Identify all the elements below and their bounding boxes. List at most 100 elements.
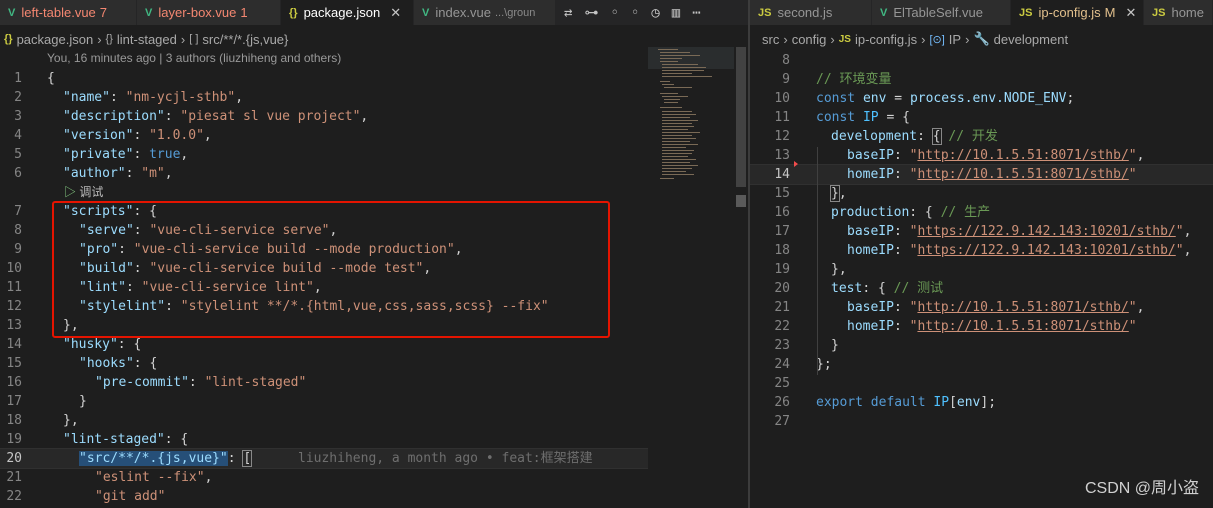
compare-changes-icon[interactable]: ⇄ [564,5,572,21]
inline-blame: liuzhiheng, a month ago • feat:框架搭建 [298,451,593,466]
tab-label: ElTableSelf.vue [893,5,983,20]
line-number: 16 [774,205,790,220]
line-number: 18 [6,413,22,428]
line-number: 11 [6,280,22,295]
code-line: test: { // 测试 [831,281,944,296]
tab-ip-config-js[interactable]: JS ip-config.js M ✕ [1011,0,1144,25]
code-line: }, [63,413,79,428]
line-number: 10 [774,91,790,106]
next-change-icon[interactable]: ◦ [631,5,639,21]
code-line: "description": "piesat sl vue project", [63,109,369,124]
line-number: 9 [14,242,22,257]
line-number: 21 [774,300,790,315]
code-line: export default IP[env]; [816,395,997,410]
tab-index-vue[interactable]: V index.vue ...\groun [414,0,556,25]
breadcrumb-item[interactable]: IP [949,32,961,47]
minimap-preview [648,47,734,179]
code-line: }; [816,357,832,372]
line-number: 23 [774,338,790,353]
breadcrumb-item[interactable]: development [994,32,1068,47]
json-file-icon: {} [4,33,13,45]
highlight-box [52,201,610,338]
variable-icon: [⊙] [929,33,945,46]
split-editor-icon[interactable]: ▥ [672,5,680,21]
line-number: 19 [774,262,790,277]
code-line: homeIP: "http://10.1.5.51:8071/sthb/" [847,167,1137,182]
js-file-icon: JS [1019,6,1033,19]
breadcrumb-item[interactable]: src/**/*.{js,vue} [202,32,288,47]
line-number: 19 [6,432,22,447]
more-actions-icon[interactable]: ⋯ [692,5,700,21]
debug-codelens[interactable]: ▷ 调试 [64,183,103,202]
code-line: homeIP: "http://10.1.5.51:8071/sthb/" [847,319,1137,334]
line-number: 13 [6,318,22,333]
code-line: "pre-commit": "lint-staged" [95,375,307,390]
chevron-right-icon: › [965,31,970,47]
line-number: 27 [774,414,790,429]
error-marker [794,161,798,167]
code-line: "hooks": { [79,356,158,371]
line-number: 14 [774,167,790,182]
scrollbar-thumb[interactable] [736,47,746,187]
js-file-icon: JS [758,6,772,19]
tab-layer-box-vue[interactable]: V layer-box.vue 1 [137,0,281,25]
line-number: 22 [774,319,790,334]
line-number: 12 [6,299,22,314]
line-number: 26 [774,395,790,410]
code-line: "src/**/*.{js,vue}": [ [79,450,253,467]
js-file-icon: JS [838,33,851,45]
breadcrumb-item[interactable]: config [792,32,827,47]
previous-change-icon[interactable]: ◦ [610,5,618,21]
tab-eltableself-vue[interactable]: V ElTableSelf.vue [872,0,1011,25]
breadcrumb-item[interactable]: lint-staged [117,32,177,47]
editor-package-json[interactable]: You, 16 minutes ago | 3 authors (liuzhih… [0,47,648,508]
code-line: baseIP: "http://10.1.5.51:8071/sthb/", [847,148,1145,163]
breadcrumb-item[interactable]: package.json [17,32,94,47]
tab-package-json[interactable]: {} package.json ✕ [281,0,414,25]
code-line: // 环境变量 [816,72,892,87]
git-commit-icon[interactable]: ⊶ [584,5,598,21]
codelens-blame[interactable]: You, 16 minutes ago | 3 authors (liuzhih… [47,51,341,65]
tab-home[interactable]: JS home [1144,0,1213,25]
tab-label: index.vue [435,5,491,20]
breadcrumb-item[interactable]: ip-config.js [855,32,917,47]
line-number: 8 [14,223,22,238]
problem-count-badge: 1 [240,5,248,20]
close-icon[interactable]: ✕ [1125,5,1136,21]
close-icon[interactable]: ✕ [390,5,401,21]
line-number: 12 [774,129,790,144]
minimap[interactable] [648,47,734,187]
tab-label: layer-box.vue [158,5,237,20]
line-number: 1 [14,71,22,86]
vue-file-icon: V [8,6,16,19]
breadcrumb-item[interactable]: src [762,32,779,47]
tab-second-js[interactable]: JS second.js [750,0,872,25]
code-line: }, [831,262,847,277]
code-line: }, [830,185,847,202]
line-number: 15 [774,186,790,201]
chevron-right-icon: › [921,31,926,47]
line-number: 4 [14,128,22,143]
line-number: 13 [774,148,790,163]
tab-left-table-vue[interactable]: V left-table.vue 7 [0,0,137,25]
code-line: "author": "m", [63,166,173,181]
line-number: 20 [774,281,790,296]
wrench-icon: 🔧 [973,31,990,46]
tab-label: package.json [303,5,381,20]
line-number: 17 [6,394,22,409]
code-line: development: { // 开发 [831,128,998,145]
timeline-icon[interactable]: ◷ [651,5,659,21]
chevron-right-icon: › [180,31,186,47]
array-icon: [ ] [189,33,199,45]
code-line: production: { // 生产 [831,205,991,220]
line-number: 15 [6,356,22,371]
code-line: "lint-staged": { [63,432,189,447]
chevron-right-icon: › [783,31,788,47]
code-line: "version": "1.0.0", [63,128,212,143]
editor-ip-config-js[interactable]: 8 9 // 环境变量 10 const env = process.env.NOD… [750,47,1213,508]
code-line: "private": true, [63,147,189,162]
line-number: 8 [782,53,790,68]
code-line: "git add" [95,489,166,504]
line-number: 17 [774,224,790,239]
chevron-right-icon: › [830,31,835,47]
